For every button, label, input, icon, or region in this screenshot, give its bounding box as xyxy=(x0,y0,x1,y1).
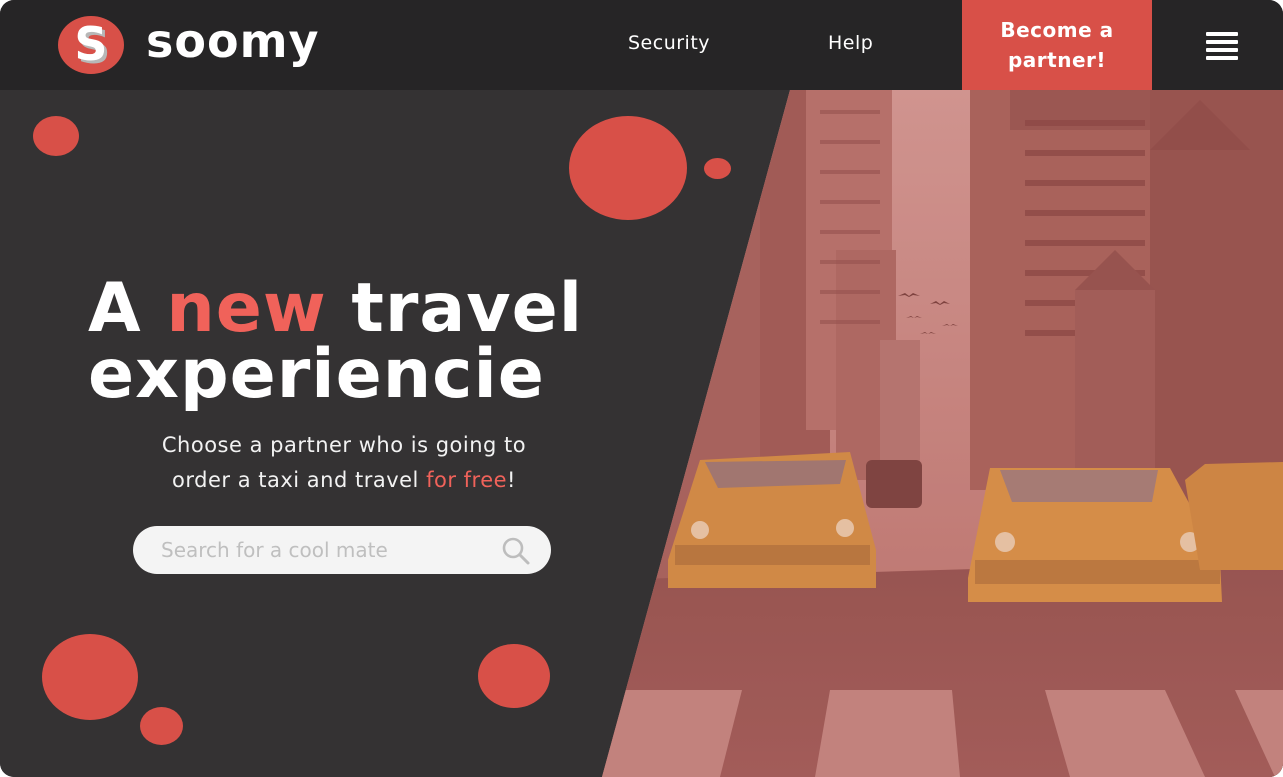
subtitle-line-1: Choose a partner who is going to xyxy=(161,433,527,457)
nav-help-link[interactable]: Help xyxy=(828,32,873,54)
decor-dot-bottom-left xyxy=(42,634,138,720)
subtitle-line-2-end: ! xyxy=(507,468,516,492)
decor-dot-small-top xyxy=(704,158,731,179)
search-bar xyxy=(133,526,551,574)
menu-bar xyxy=(1206,32,1238,36)
decor-dot-top-left xyxy=(33,116,79,156)
become-partner-button[interactable]: Become a partner! xyxy=(962,0,1152,90)
hamburger-menu-icon[interactable] xyxy=(1206,32,1238,60)
search-icon[interactable] xyxy=(501,536,531,566)
menu-bar xyxy=(1206,56,1238,60)
decor-dot-large-top xyxy=(569,116,687,220)
decor-dot-bottom-mid xyxy=(478,644,550,708)
subtitle-line-2: order a taxi and travel for free! xyxy=(100,463,588,498)
cta-line-2: partner! xyxy=(1007,48,1107,72)
hero-subtitle: Choose a partner who is going to order a… xyxy=(100,428,588,498)
decor-dot-bottom-small xyxy=(140,707,183,745)
cta-line-1: Become a xyxy=(1000,18,1114,42)
logo-initial: S xyxy=(74,17,108,71)
search-input[interactable] xyxy=(159,526,489,574)
nav-security-link[interactable]: Security xyxy=(628,32,710,54)
subtitle-line-2-start: order a taxi and travel xyxy=(172,468,427,492)
menu-bar xyxy=(1206,40,1238,44)
menu-bar xyxy=(1206,48,1238,52)
hero-headline: A new travel experiencie xyxy=(88,275,583,414)
landing-page: S soomy Security Help Become a partner! … xyxy=(0,0,1283,777)
headline-line-1: A new travel xyxy=(88,275,583,343)
subtitle-accent: for free xyxy=(426,468,508,492)
headline-line-2: experiencie xyxy=(88,335,545,414)
soomy-logo-icon[interactable]: S xyxy=(58,16,124,74)
top-navbar: S soomy Security Help Become a partner! xyxy=(0,0,1283,90)
brand-name[interactable]: soomy xyxy=(146,14,320,69)
